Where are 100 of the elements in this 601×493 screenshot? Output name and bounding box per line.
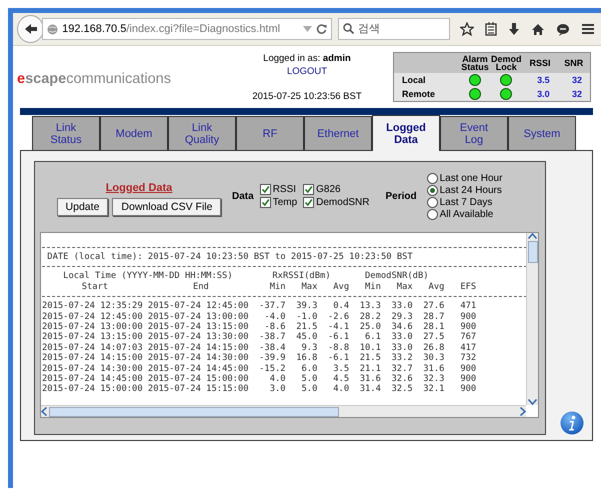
log-cell: 900 <box>460 364 476 374</box>
button[interactable]: Update <box>56 198 108 216</box>
login-status-text: Logged in as: admin <box>263 52 351 64</box>
log-cell: 2015-07-24 14:45:00 <box>42 374 143 384</box>
scroll-up-icon <box>528 233 537 239</box>
checkbox-label: G826 <box>316 184 341 195</box>
globe-icon <box>47 24 58 34</box>
log-cell: 4.0 <box>333 384 350 394</box>
address-field[interactable]: 192.168.70.5/index.cgi?file=Diagnostics.html <box>42 18 332 40</box>
log-cell: 2015-07-24 13:30:00 <box>148 332 249 342</box>
back-button[interactable] <box>17 15 44 43</box>
tab[interactable]: Modem <box>100 116 168 150</box>
log-cell: -38.7 <box>259 332 286 342</box>
log-cell: 21.5 <box>360 353 381 364</box>
tab[interactable]: System <box>508 116 576 150</box>
horizontal-scrollbar[interactable] <box>41 405 526 417</box>
log-cell: 900 <box>460 374 476 384</box>
tab[interactable]: Link Quality <box>168 116 236 150</box>
radio-button[interactable] <box>426 208 438 220</box>
log-cell: 2015-07-24 12:45:00 <box>42 312 143 322</box>
logout-link[interactable]: LOGOUT <box>286 66 328 76</box>
date-time-text: 2015-07-25 10:23:56 BST <box>252 90 362 102</box>
log-cell: 30.3 <box>423 353 444 364</box>
log-cell: 2015-07-24 14:30:00 <box>42 364 143 374</box>
log-cell: 2015-07-24 13:15:00 <box>42 332 143 342</box>
log-cell: 16.8 <box>296 353 318 364</box>
info-icon[interactable] <box>560 411 584 435</box>
log-cell: 6.1 <box>365 332 381 342</box>
reading-list-icon[interactable] <box>485 22 498 36</box>
log-cell: -1.0 <box>296 312 318 322</box>
scroll-left-icon <box>41 407 47 416</box>
radio-button[interactable] <box>426 184 438 196</box>
scroll-thumb[interactable] <box>49 406 339 416</box>
tab[interactable]: Logged Data <box>372 115 440 151</box>
log-cell: 21.5 <box>296 322 318 332</box>
log-cell: 31.6 <box>360 374 381 384</box>
column-header: Max <box>300 282 318 292</box>
checkbox[interactable] <box>260 197 271 208</box>
period-label: Period <box>386 190 417 202</box>
logged-data-link[interactable]: Logged Data <box>106 182 172 194</box>
vertical-scrollbar[interactable] <box>526 233 538 405</box>
scroll-thumb[interactable] <box>528 241 538 263</box>
log-cell: 21.1 <box>360 364 381 374</box>
row-label: Remote <box>394 87 460 102</box>
button[interactable]: Download CSV File <box>112 198 222 216</box>
column-header: Start <box>80 282 110 292</box>
log-cell: 900 <box>460 322 476 332</box>
log-header: Local Time (YYYY-MM-DD HH:MM:SS) <box>62 271 234 282</box>
tab[interactable]: Event Log <box>440 116 508 150</box>
log-cell: 29.3 <box>391 312 413 322</box>
log-cell: 5.0 <box>301 374 318 384</box>
log-cell: 27.6 <box>423 301 444 312</box>
column-header: SNR <box>558 52 590 73</box>
log-cell: 34.6 <box>391 322 413 332</box>
download-icon[interactable] <box>508 22 520 36</box>
log-cell: -6.1 <box>328 353 350 364</box>
radio-label: Last one Hour <box>440 172 502 184</box>
row-label: Local <box>394 73 460 87</box>
log-header: DemodSNR(dB) <box>364 271 430 282</box>
log-cell: 31.6 <box>423 364 444 374</box>
table-cell: 3.0 <box>522 87 558 102</box>
log-cell: 32.3 <box>423 374 444 384</box>
log-cell: 9.3 <box>301 342 318 353</box>
table-cell: 3.5 <box>522 73 558 87</box>
url-text: 192.168.70.5/index.cgi?file=Diagnostics.html <box>62 23 280 35</box>
tab[interactable]: RF <box>236 116 304 150</box>
log-cell: 2015-07-24 15:00:00 <box>42 384 143 394</box>
log-cell: 10.1 <box>360 342 381 353</box>
log-cell: 25.0 <box>360 322 381 332</box>
column-header: End <box>192 282 210 292</box>
log-header: RxRSSI(dBm) <box>271 271 332 282</box>
star-icon[interactable] <box>460 22 474 36</box>
radio-label: All Available <box>440 208 494 220</box>
home-icon[interactable] <box>531 22 546 36</box>
checkbox[interactable] <box>260 184 271 195</box>
checkbox[interactable] <box>303 184 314 195</box>
log-cell: 33.2 <box>391 353 413 364</box>
tab[interactable]: Ethernet <box>304 116 372 150</box>
log-cell: 45.0 <box>296 332 318 342</box>
log-cell: -4.0 <box>264 312 286 322</box>
log-cell: 3.5 <box>333 364 350 374</box>
tab[interactable]: Link Status <box>32 116 100 150</box>
log-cell: 26.8 <box>423 342 444 353</box>
log-cell: 2015-07-24 13:00:00 <box>42 322 143 332</box>
column-header: EFS <box>459 282 476 292</box>
log-cell: 32.7 <box>391 364 413 374</box>
radio-button[interactable] <box>426 196 438 208</box>
log-cell: 32.6 <box>391 374 413 384</box>
checkbox[interactable] <box>303 197 314 208</box>
log-cell: -2.6 <box>328 312 350 322</box>
search-field[interactable]: 검색 <box>338 18 450 40</box>
menu-icon[interactable] <box>581 23 596 35</box>
log-cell: -8.6 <box>264 322 286 332</box>
radio-label: Last 24 Hours <box>440 184 502 196</box>
log-cell: 417 <box>460 342 476 353</box>
radio-button[interactable] <box>426 172 438 184</box>
chat-icon[interactable] <box>556 22 570 36</box>
log-date-range: DATE (local time): 2015-07-24 10:23:50 BST to 2015-07-25 10:23:50 BST <box>46 252 414 262</box>
reload-icon[interactable] <box>316 24 327 34</box>
log-cell: 471 <box>460 301 476 312</box>
